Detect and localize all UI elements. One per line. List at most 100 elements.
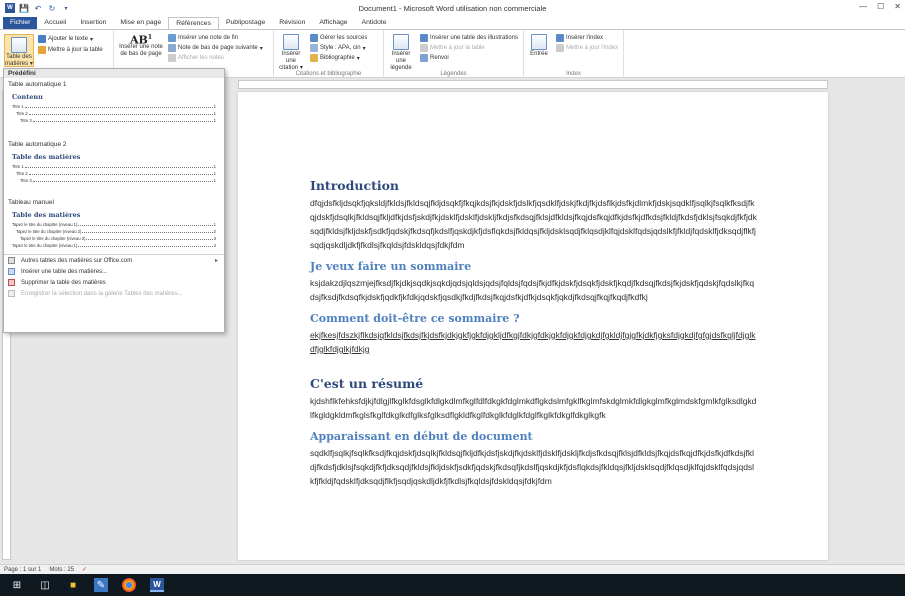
toc-line-page-number: 1 [213, 178, 216, 183]
cross-reference-button[interactable]: Renvoi [420, 54, 449, 62]
toc-line-page-number: 4 [213, 243, 216, 248]
manual-section-title: Tableau manuel [8, 199, 54, 206]
toc-gallery-auto2[interactable]: Table automatique 2 Table des matières T… [4, 138, 224, 184]
paragraph-resume[interactable]: kjdshflkfehksfdjkjfdlgjlfkglkfdsglkfdlgk… [310, 394, 758, 422]
windows-start-icon[interactable]: ⊞ [10, 578, 24, 592]
paragraph-comment[interactable]: ekjfkesjfdszkjflkdsjqfkldsjfkdsjfkjdsfkj… [310, 328, 758, 356]
cross-reference-icon [420, 54, 428, 62]
auto2-section-title: Table automatique 2 [8, 141, 67, 148]
tab-accueil[interactable]: Accueil [37, 17, 73, 29]
remove-toc-label: Supprimer la table des matières [21, 279, 106, 286]
toc-leader-dots [24, 167, 213, 168]
manage-sources-label: Gérer les sources [320, 35, 368, 41]
title-bar: W 💾 ↶ ↻ ▾ Document1 - Microsoft Word uti… [0, 0, 905, 17]
show-notes-button[interactable]: Afficher les notes [168, 54, 224, 62]
maximize-icon[interactable]: ☐ [877, 2, 884, 11]
tab-insertion[interactable]: Insertion [73, 17, 113, 29]
save-selection-toc-item[interactable]: Enregistrer la sélection dans la galerie… [4, 288, 224, 299]
bibliography-icon [310, 54, 318, 62]
remove-toc-item[interactable]: Supprimer la table des matières [4, 277, 224, 288]
document-page[interactable]: Introduction dfqjdsfkljdsqkfjqksldjfklds… [238, 92, 828, 560]
citation-style-select[interactable]: Style : APA, cin ▾ [310, 44, 366, 52]
word-taskbar-icon[interactable]: W [150, 578, 164, 592]
heading-resume[interactable]: C'est un résumé [310, 376, 758, 391]
toc-line-page-number: 2 [213, 229, 216, 234]
toc-line-page-number: 3 [213, 236, 216, 241]
manage-sources-button[interactable]: Gérer les sources [310, 34, 367, 42]
citation-icon [283, 34, 299, 50]
tab-mise-en-page[interactable]: Mise en page [113, 17, 168, 29]
add-text-icon [38, 35, 46, 43]
captions-group: Insérer une légende Insérer une table de… [384, 30, 524, 79]
tab-antidote[interactable]: Antidote [355, 17, 394, 29]
show-notes-label: Afficher les notes [178, 55, 224, 61]
pen-app-icon[interactable]: ✎ [94, 578, 108, 592]
status-bar: Page : 1 sur 1 Mots : 25 ✓ [0, 564, 905, 574]
chrome-icon[interactable] [122, 578, 136, 592]
tab-fichier[interactable]: Fichier [3, 17, 38, 29]
update-index-icon [556, 44, 564, 52]
minimize-icon[interactable]: — [859, 2, 867, 11]
add-text-label: Ajouter le texte [48, 36, 89, 42]
file-explorer-icon[interactable]: ■ [66, 578, 80, 592]
toc-line-page-number: 1 [213, 222, 216, 227]
insert-table-of-figures-button[interactable]: Insérer une table des illustrations [420, 34, 518, 42]
heading-introduction[interactable]: Introduction [310, 178, 758, 193]
toc-line-label: Titre 2 [16, 111, 28, 116]
citation-style-label: Style : APA, cin [320, 45, 361, 51]
paragraph-debut[interactable]: sqdklfjsqlkjfsqlkfksdjfkqjdskfjdsqlkjfkl… [310, 446, 758, 488]
toc-line-label: Titre 2 [16, 171, 28, 176]
update-index-label: Mettre à jour l'index [566, 45, 619, 51]
bibliography-button[interactable]: Bibliographie ▾ [310, 54, 360, 62]
toc-line-label: Tapez le titre du chapitre (niveau 3) [20, 236, 86, 241]
task-view-icon[interactable]: ◫ [38, 578, 52, 592]
word-count[interactable]: Mots : 25 [49, 567, 74, 573]
document-body[interactable]: Introduction dfqjdsfkljdsqkfjqksldjfklds… [310, 178, 758, 488]
tab-revision[interactable]: Révision [272, 17, 312, 29]
update-figures-table-button[interactable]: Mettre à jour la table [420, 44, 485, 52]
insert-custom-toc-item[interactable]: Insérer une table des matières... [4, 266, 224, 277]
more-toc-office-item[interactable]: Autres tables des matières sur Office.co… [4, 255, 224, 266]
toc-line-label: Titre 1 [12, 164, 24, 169]
next-footnote-button[interactable]: Note de bas de page suivante ▾ [168, 44, 263, 52]
toc-line-label: Titre 3 [20, 118, 32, 123]
window-title: Document1 - Microsoft Word utilisation n… [358, 4, 547, 13]
toc-leader-dots [32, 181, 213, 182]
toc-gallery-manual[interactable]: Tableau manuel Table des matières Tapez … [4, 196, 224, 249]
add-text-button[interactable]: Ajouter le texte ▾ [38, 35, 93, 43]
insert-endnote-label: Insérer une note de fin [178, 35, 239, 41]
paragraph-sommaire[interactable]: ksjdakzdjlqszmjejfksdjfkjdkjsqdkjsqkdjqd… [310, 276, 758, 304]
auto2-preview-title: Table des matières [12, 153, 81, 161]
mark-entry-button[interactable]: Entrée [526, 34, 552, 58]
table-of-figures-icon [420, 34, 428, 42]
heading-comment[interactable]: Comment doit-être ce sommaire ? [310, 312, 758, 325]
tab-references[interactable]: Références [168, 17, 219, 29]
toc-gallery-auto1[interactable]: Table automatique 1 Contenu Titre 1 1 Titr… [4, 78, 224, 124]
update-table-button[interactable]: Mettre à jour la table [38, 46, 103, 54]
citations-group: Insérer une citation ▾ Gérer les sources… [274, 30, 384, 79]
page-count[interactable]: Page : 1 sur 1 [4, 567, 41, 573]
close-icon[interactable]: ✕ [894, 2, 901, 11]
toc-line-label: Tapez le titre du chapitre (niveau 1) [12, 222, 78, 227]
heading-sommaire[interactable]: Je veux faire un sommaire [310, 260, 758, 273]
horizontal-ruler[interactable] [238, 80, 828, 89]
toc-line-page-number: 1 [213, 118, 216, 123]
insert-index-button[interactable]: Insérer l'index [556, 34, 603, 42]
window-controls: — ☐ ✕ [859, 2, 901, 11]
table-of-contents-button[interactable]: Table des matières ▾ [4, 34, 34, 67]
insert-caption-button[interactable]: Insérer une légende [386, 34, 416, 72]
heading-debut[interactable]: Apparaissant en début de document [310, 430, 758, 443]
proofing-icon[interactable]: ✓ [82, 566, 87, 573]
toc-leader-dots [24, 107, 213, 108]
caption-icon [393, 34, 409, 50]
toc-leader-dots [32, 121, 213, 122]
insert-endnote-button[interactable]: Insérer une note de fin [168, 34, 238, 42]
insert-footnote-button[interactable]: AB1 Insérer une note de bas de page [118, 34, 164, 58]
mark-entry-icon [531, 34, 547, 50]
paragraph-introduction[interactable]: dfqjdsfkljdsqkfjqksldjfkldsjfkldsqjfkljd… [310, 196, 758, 252]
update-index-button[interactable]: Mettre à jour l'index [556, 44, 618, 52]
tab-affichage[interactable]: Affichage [312, 17, 354, 29]
tab-publipostage[interactable]: Publipostage [219, 17, 272, 29]
insert-citation-button[interactable]: Insérer une citation ▾ [276, 34, 306, 72]
toc-leader-dots [82, 232, 213, 233]
